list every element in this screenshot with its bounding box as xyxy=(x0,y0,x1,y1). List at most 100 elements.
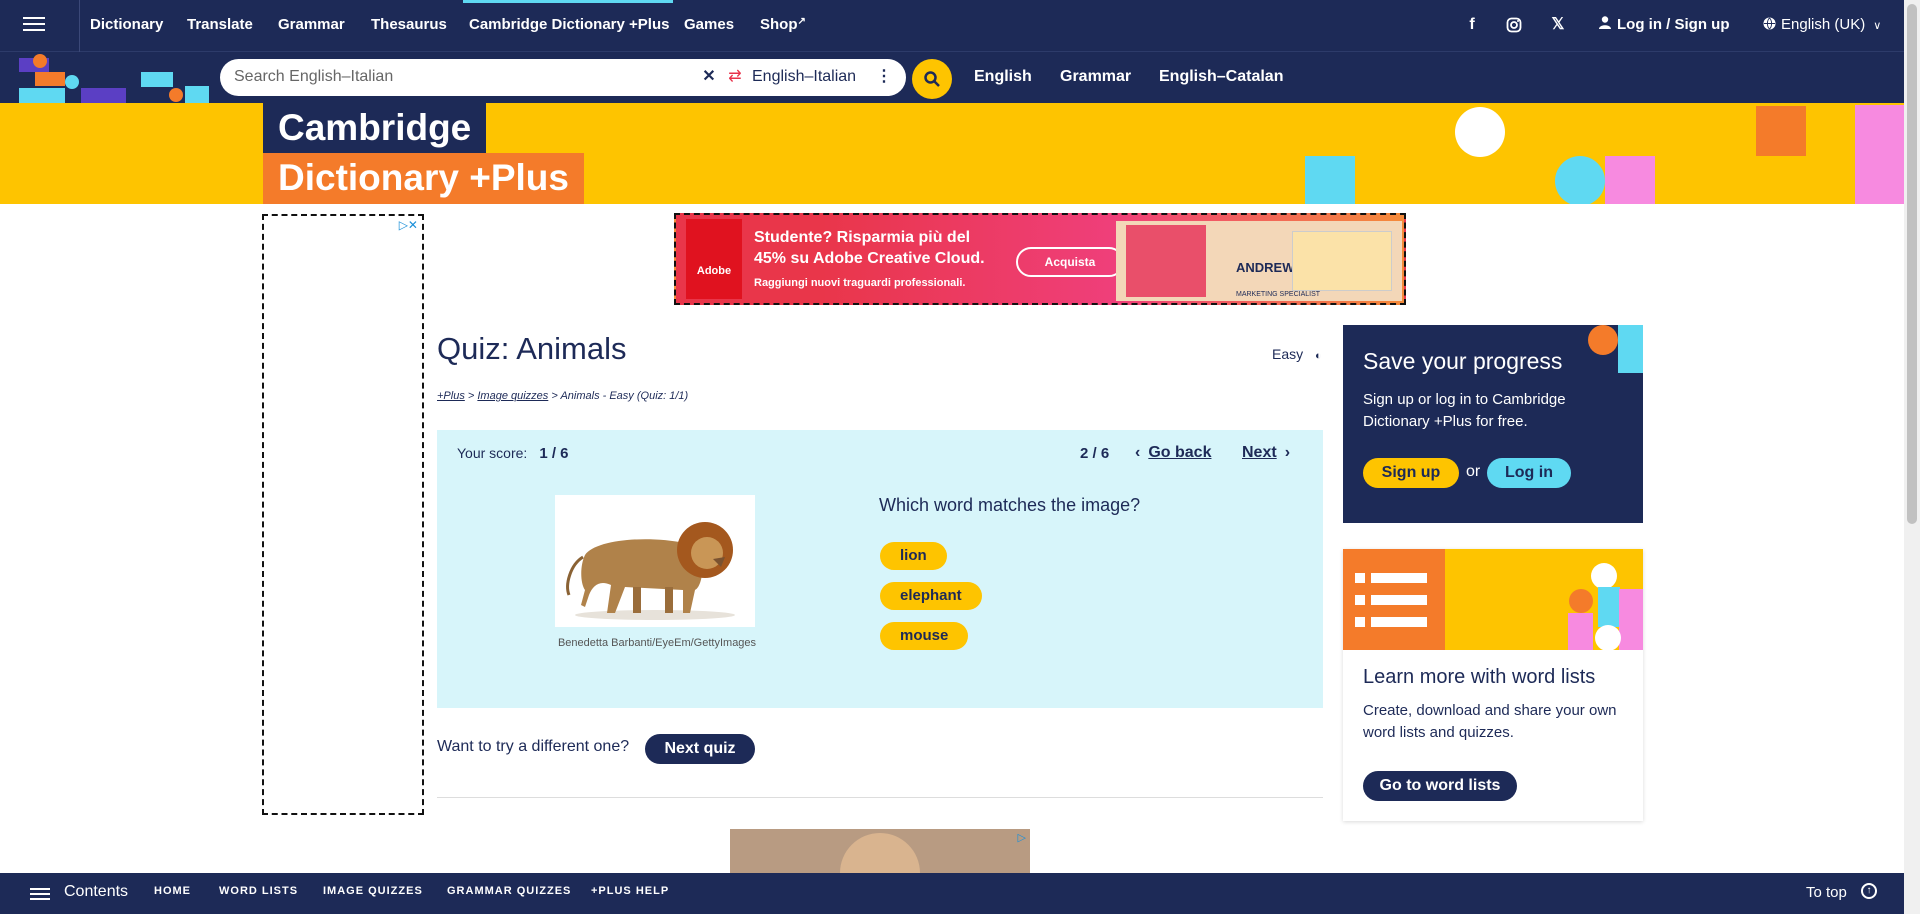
arrow-up-icon[interactable]: ↑ xyxy=(1861,883,1877,899)
search-box: ✕ ⇄ English–Italian ⋮ xyxy=(220,59,906,96)
go-to-word-lists-button[interactable]: Go to word lists xyxy=(1363,771,1517,801)
decor-circle-white xyxy=(1595,625,1621,650)
decor-block-cyan xyxy=(1598,587,1620,627)
menu-icon[interactable] xyxy=(19,13,49,37)
chevron-left-icon: ‹ xyxy=(1135,444,1141,461)
to-top-link[interactable]: To top xyxy=(1806,884,1847,901)
scrollbar-thumb[interactable] xyxy=(1907,4,1917,524)
user-icon xyxy=(1599,16,1611,29)
breadcrumb-image-quizzes[interactable]: Image quizzes xyxy=(477,390,548,402)
score-display: Your score: 1 / 6 xyxy=(457,445,569,462)
search-input[interactable] xyxy=(234,68,704,86)
difficulty-label: Easy xyxy=(1272,346,1304,362)
language-label: English (UK) xyxy=(1781,16,1866,33)
ad-headline: Studente? Risparmia più del 45% su Adobe… xyxy=(754,229,985,267)
ad-person-photo xyxy=(840,833,920,873)
bottom-link-home[interactable]: HOME xyxy=(154,885,191,897)
quiz-panel: Your score: 1 / 6 2 / 6 ‹ Go back Next › Be… xyxy=(437,430,1323,708)
x-twitter-icon[interactable]: 𝕏 xyxy=(1548,15,1568,35)
quiz-question: Which word matches the image? xyxy=(879,495,1141,515)
contents-menu-icon[interactable] xyxy=(30,885,50,901)
cambridge-logo[interactable] xyxy=(19,54,209,103)
search-button[interactable] xyxy=(912,59,952,99)
decor-circle-cyan xyxy=(1555,156,1605,204)
nav-grammar[interactable]: Grammar xyxy=(278,16,345,33)
instagram-icon[interactable] xyxy=(1504,15,1524,35)
decor-square-orange xyxy=(1756,106,1806,156)
page-banner: Cambridge Dictionary +Plus xyxy=(0,103,1904,204)
nav-dictionary[interactable]: Dictionary xyxy=(90,16,163,33)
ad-card xyxy=(1292,231,1392,291)
decor-circle-orange xyxy=(1588,325,1618,355)
contents-link[interactable]: Contents xyxy=(64,883,128,901)
banner-title-line1: Cambridge xyxy=(263,103,487,153)
adobe-logo: Adobe xyxy=(686,219,742,299)
question-position: 2 / 6 xyxy=(1080,445,1110,462)
decor-square-pink-small xyxy=(1605,156,1655,204)
ad-close-icon[interactable]: ▷✕ xyxy=(399,218,418,232)
facebook-icon[interactable]: f xyxy=(1462,15,1482,35)
next-quiz-button[interactable]: Next quiz xyxy=(645,734,755,764)
decor-circle-white xyxy=(1455,107,1505,157)
breadcrumb: +Plus > Image quizzes > Animals - Easy (… xyxy=(437,390,689,402)
dictionary-selector[interactable]: English–Italian ⋮ xyxy=(750,63,900,91)
nav-shop-label: Shop xyxy=(760,16,798,33)
ad-close-icon[interactable]: ▷ xyxy=(1018,831,1026,844)
quicklink-grammar[interactable]: Grammar xyxy=(1060,68,1131,86)
breadcrumb-current: > Animals - Easy (Quiz: 1/1) xyxy=(551,390,689,402)
quicklink-english[interactable]: English xyxy=(974,68,1032,86)
divider xyxy=(437,797,1323,798)
quicklink-english-catalan[interactable]: English–Catalan xyxy=(1159,68,1283,86)
ad-subtext: Raggiungi nuovi traguardi professionali. xyxy=(754,277,966,289)
nav-shop[interactable]: Shop↗ xyxy=(760,16,806,33)
nav-games[interactable]: Games xyxy=(684,16,734,33)
word-lists-card: Learn more with word lists Create, downl… xyxy=(1343,549,1643,821)
answer-option-elephant[interactable]: elephant xyxy=(880,582,982,610)
top-navigation: Dictionary Translate Grammar Thesaurus C… xyxy=(0,0,1904,52)
decor-circle-orange xyxy=(1569,589,1593,613)
page-scrollbar[interactable] xyxy=(1904,0,1920,914)
decor-square-cyan xyxy=(1618,325,1643,373)
go-back-button[interactable]: ‹ Go back xyxy=(1135,444,1211,462)
difficulty-badge: Easy ◐ xyxy=(1272,346,1322,362)
top-advertisement[interactable]: Adobe Studente? Risparmia più del 45% su… xyxy=(674,213,1406,305)
bottom-link-plus-help[interactable]: +PLUS HELP xyxy=(591,885,669,897)
difficulty-icon: ◐ xyxy=(1315,350,1322,362)
image-credit: Benedetta Barbanti/EyeEm/GettyImages xyxy=(557,637,757,649)
word-lists-illustration xyxy=(1343,549,1643,650)
ad-cta-button[interactable]: Acquista xyxy=(1016,247,1124,277)
login-signup-link[interactable]: Log in / Sign up xyxy=(1599,16,1729,33)
next-button[interactable]: Next › xyxy=(1242,444,1290,462)
nav-translate[interactable]: Translate xyxy=(187,16,253,33)
answer-option-mouse[interactable]: mouse xyxy=(880,622,969,650)
list-icon xyxy=(1355,571,1430,631)
score-label: Your score: xyxy=(457,445,528,461)
ad-person-photo xyxy=(1126,225,1206,297)
answer-option-lion[interactable]: lion xyxy=(880,542,947,570)
globe-icon xyxy=(1763,17,1776,30)
dictionary-selector-label: English–Italian xyxy=(752,68,857,85)
language-selector[interactable]: English (UK) ∨ xyxy=(1763,16,1881,33)
bottom-link-word-lists[interactable]: WORD LISTS xyxy=(219,885,298,897)
swap-dictionary-icon[interactable]: ⇄ xyxy=(724,66,746,88)
chevron-down-icon: ∨ xyxy=(1873,20,1882,32)
clear-icon[interactable]: ✕ xyxy=(698,66,720,88)
next-label: Next xyxy=(1242,444,1277,461)
or-text: or xyxy=(1466,463,1481,480)
decor-block-pink xyxy=(1568,613,1593,650)
more-options-icon: ⋮ xyxy=(876,68,892,85)
bottom-link-grammar-quizzes[interactable]: GRAMMAR QUIZZES xyxy=(447,885,571,897)
sign-up-button[interactable]: Sign up xyxy=(1363,458,1459,488)
bottom-advertisement[interactable]: ▷ xyxy=(730,829,1030,873)
bottom-link-image-quizzes[interactable]: IMAGE QUIZZES xyxy=(323,885,423,897)
nav-dictionary-plus[interactable]: Cambridge Dictionary +Plus xyxy=(462,0,674,33)
external-link-icon: ↗ xyxy=(797,16,806,27)
score-value: 1 / 6 xyxy=(539,445,569,462)
log-in-button[interactable]: Log in xyxy=(1487,458,1571,488)
left-advertisement[interactable]: ▷✕ xyxy=(262,214,424,815)
breadcrumb-plus[interactable]: +Plus xyxy=(437,390,465,402)
save-progress-card: Save your progress Sign up or log in to … xyxy=(1343,325,1643,523)
banner-title-line2: Dictionary +Plus xyxy=(263,153,584,204)
decor-square-cyan xyxy=(1305,156,1355,204)
nav-thesaurus[interactable]: Thesaurus xyxy=(371,16,447,33)
